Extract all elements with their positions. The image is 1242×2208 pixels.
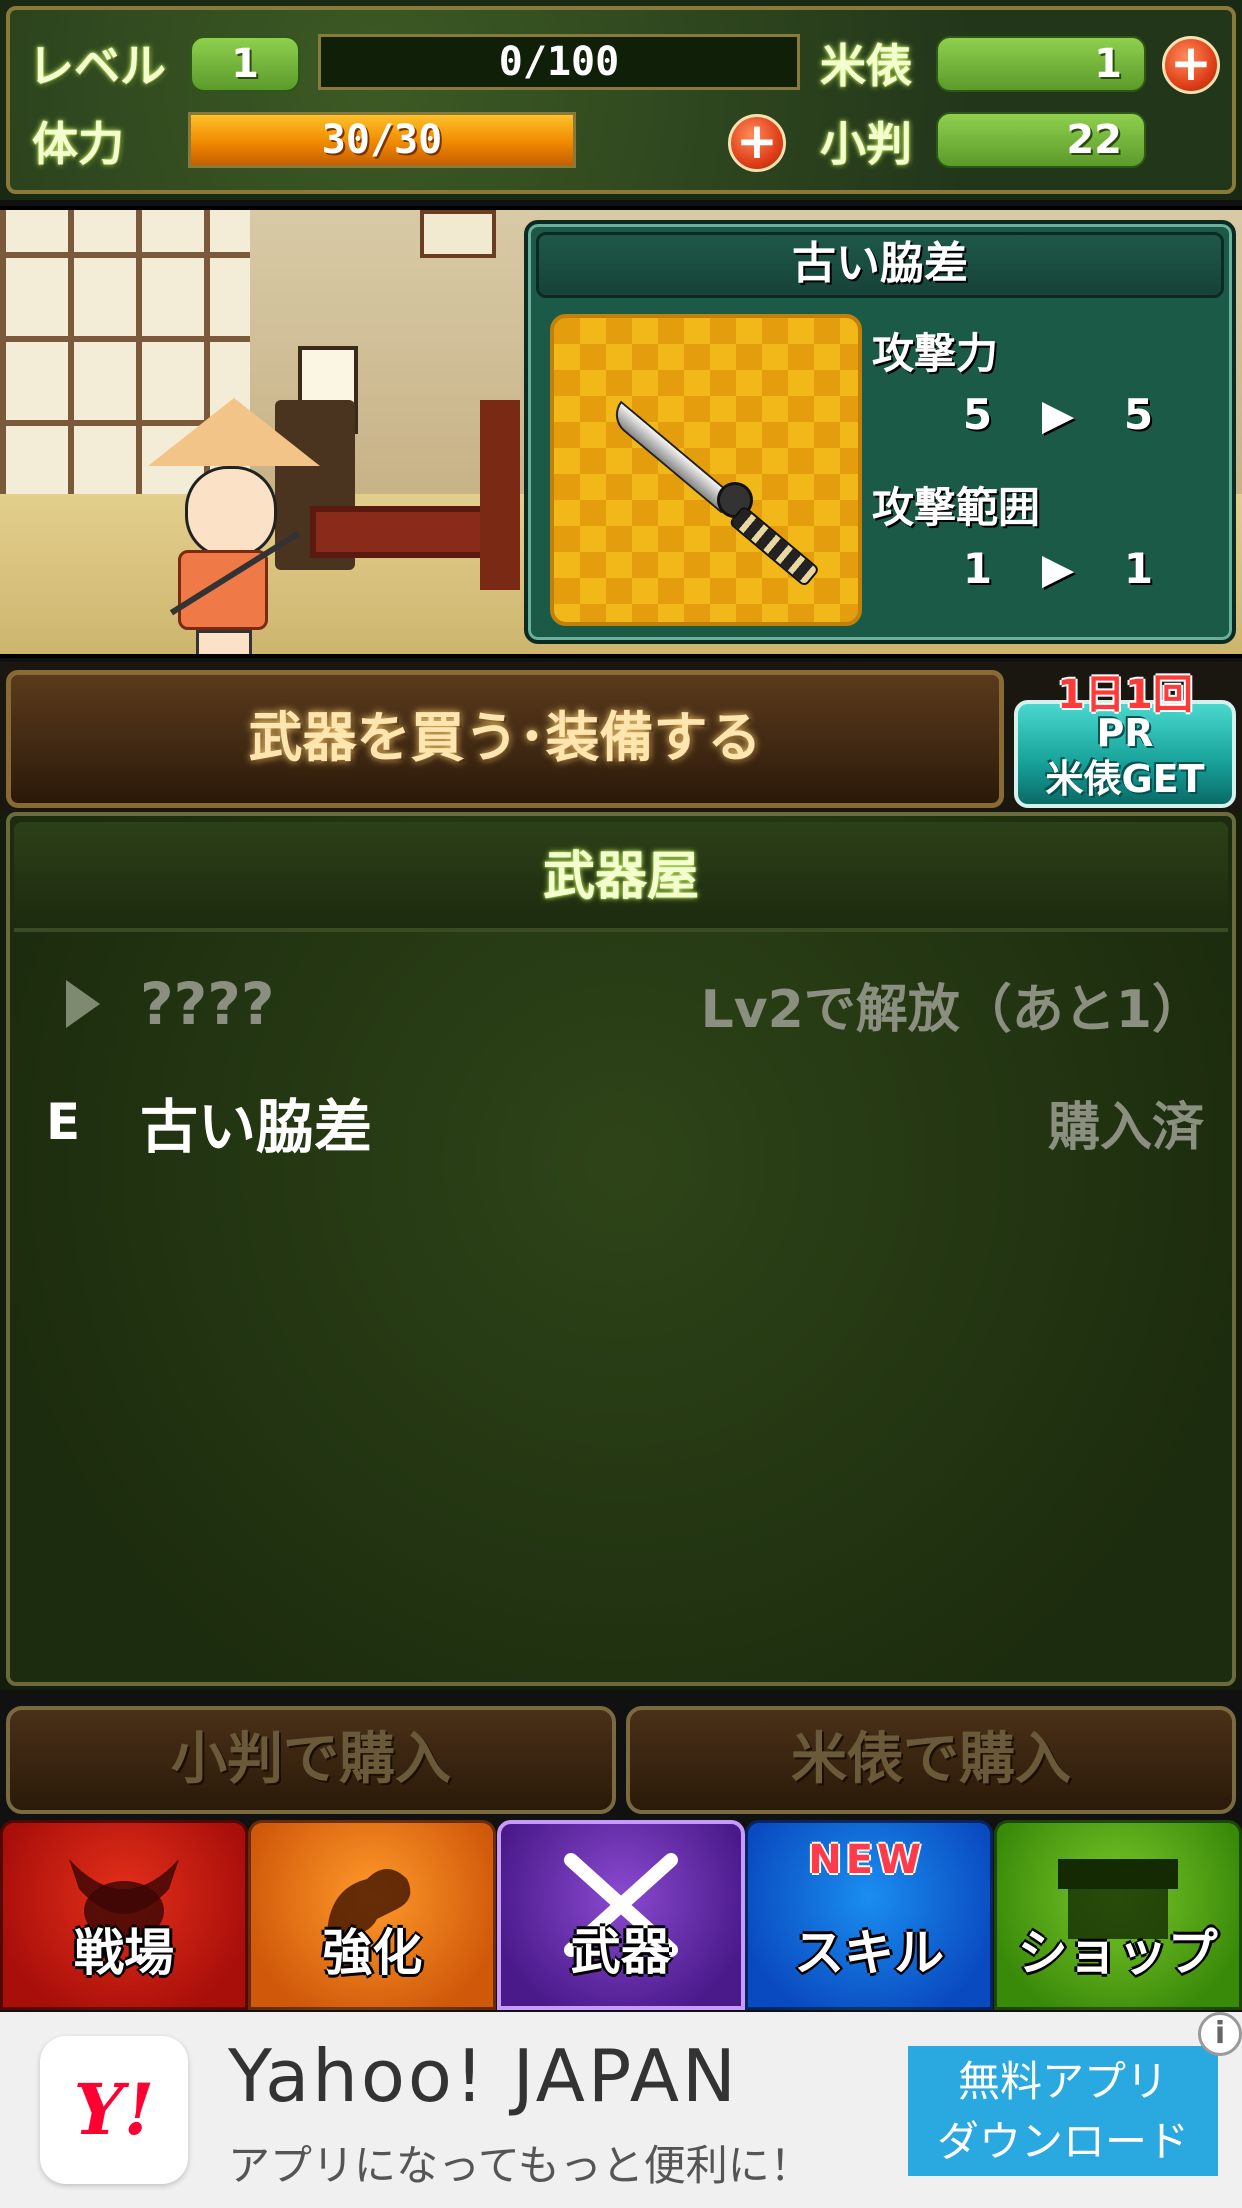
level-value: 1 [190, 36, 300, 92]
tab-weapon-label: 武器 [570, 1923, 671, 1981]
straw-hat [148, 398, 320, 466]
stamina-label: 体力 [32, 117, 124, 171]
range-label: 攻撃範囲 [872, 483, 1041, 532]
item-name: ???? [140, 970, 275, 1038]
character-legs [196, 630, 252, 654]
tab-shop[interactable]: ショップ [993, 1820, 1242, 2010]
range-from: 1 [962, 544, 993, 593]
list-item-locked[interactable]: ???? Lv2で解放（あと1） [30, 964, 1204, 1044]
item-name: 古い脇差 [140, 1093, 373, 1161]
range-values: 1 ▶ 1 [938, 544, 1178, 593]
ad-title: Yahoo! JAPAN [228, 2034, 739, 2118]
ad-banner[interactable]: Y! Yahoo! JAPAN アプリになってもっと便利に！ 無料アプリ ダウン… [0, 2012, 1242, 2208]
character-face [185, 466, 277, 558]
low-table [480, 400, 520, 590]
range-to: 1 [1123, 544, 1154, 593]
rice-value: 1 [936, 36, 1146, 92]
rice-label: 米俵 [820, 39, 912, 93]
action-row: 武器を買う･装備する PR 米俵GET 1日1回 [0, 662, 1242, 814]
tab-battlefield-label: 戦場 [73, 1924, 174, 1982]
rug [310, 506, 500, 558]
ad-subtitle: アプリになってもっと便利に！ [228, 2141, 812, 2190]
ad-info-icon[interactable]: i [1198, 2012, 1242, 2056]
level-label: レベル [28, 39, 166, 93]
attack-label: 攻撃力 [872, 329, 999, 378]
tab-skill-label: スキル [794, 1924, 945, 1982]
new-badge: NEW [808, 1837, 926, 1883]
add-stamina-plus-icon[interactable]: + [728, 114, 786, 172]
hanging-scroll [420, 210, 496, 258]
yahoo-logo: Y! [40, 2036, 188, 2184]
item-detail-card: 古い脇差 攻撃力 5 ▶ 5 攻撃範囲 1 ▶ 1 [524, 220, 1236, 644]
buy-equip-button[interactable]: 武器を買う･装備する [6, 670, 1004, 808]
attack-from: 5 [962, 390, 993, 439]
item-name: 古い脇差 [536, 232, 1224, 298]
katana-hilt-icon [728, 504, 821, 588]
tab-battlefield[interactable]: 戦場 [0, 1820, 248, 2010]
buy-with-rice-button[interactable]: 米俵で購入 [626, 1706, 1236, 1814]
ad-cta-line2: ダウンロード [936, 2117, 1189, 2166]
buy-with-koban-button[interactable]: 小判で購入 [6, 1706, 616, 1814]
ad-download-button[interactable]: 無料アプリ ダウンロード [908, 2046, 1218, 2176]
tab-weapon[interactable]: 武器 [496, 1820, 745, 2010]
shop-inner: 武器屋 ???? Lv2で解放（あと1） E 古い脇差 購入済 [6, 812, 1236, 1686]
locked-arrow-icon [30, 980, 140, 1028]
arrow-icon: ▶ [1041, 544, 1075, 593]
purchased-status: 購入済 [1047, 1097, 1204, 1158]
add-rice-plus-icon[interactable]: + [1162, 36, 1220, 94]
ad-cta-line1: 無料アプリ [957, 2057, 1168, 2106]
equipped-marker: E [46, 1093, 81, 1151]
item-thumbnail [550, 314, 862, 626]
tab-enhance[interactable]: 強化 [248, 1820, 497, 2010]
once-a-day-badge: 1日1回 [1057, 672, 1193, 718]
tab-enhance-label: 強化 [322, 1924, 423, 1982]
weapon-shop-panel: 武器屋 ???? Lv2で解放（あと1） E 古い脇差 購入済 [0, 812, 1242, 1690]
pr-rice-get-label: 米俵GET [1045, 757, 1205, 801]
purchase-bar: 小判で購入 米俵で購入 [0, 1694, 1242, 1818]
shop-title: 武器屋 [14, 822, 1228, 932]
list-item-owned[interactable]: E 古い脇差 購入済 [30, 1082, 1204, 1162]
status-header: レベル 1 0/100 米俵 1 + 体力 30/30 + 小判 22 [0, 0, 1242, 200]
tab-shop-label: ショップ [1017, 1924, 1218, 1982]
koban-value: 22 [936, 112, 1146, 168]
arrow-icon: ▶ [1041, 390, 1075, 439]
koban-label: 小判 [820, 117, 912, 171]
attack-to: 5 [1123, 390, 1154, 439]
unlock-status: Lv2で解放（あと1） [700, 979, 1204, 1040]
tab-skill[interactable]: NEW スキル [745, 1820, 994, 2010]
stamina-bar: 30/30 [188, 112, 576, 168]
exp-bar: 0/100 [318, 34, 800, 90]
attack-values: 5 ▶ 5 [938, 390, 1178, 439]
bottom-nav: 戦場 強化 武器 NEW スキル ショップ [0, 1820, 1242, 2012]
